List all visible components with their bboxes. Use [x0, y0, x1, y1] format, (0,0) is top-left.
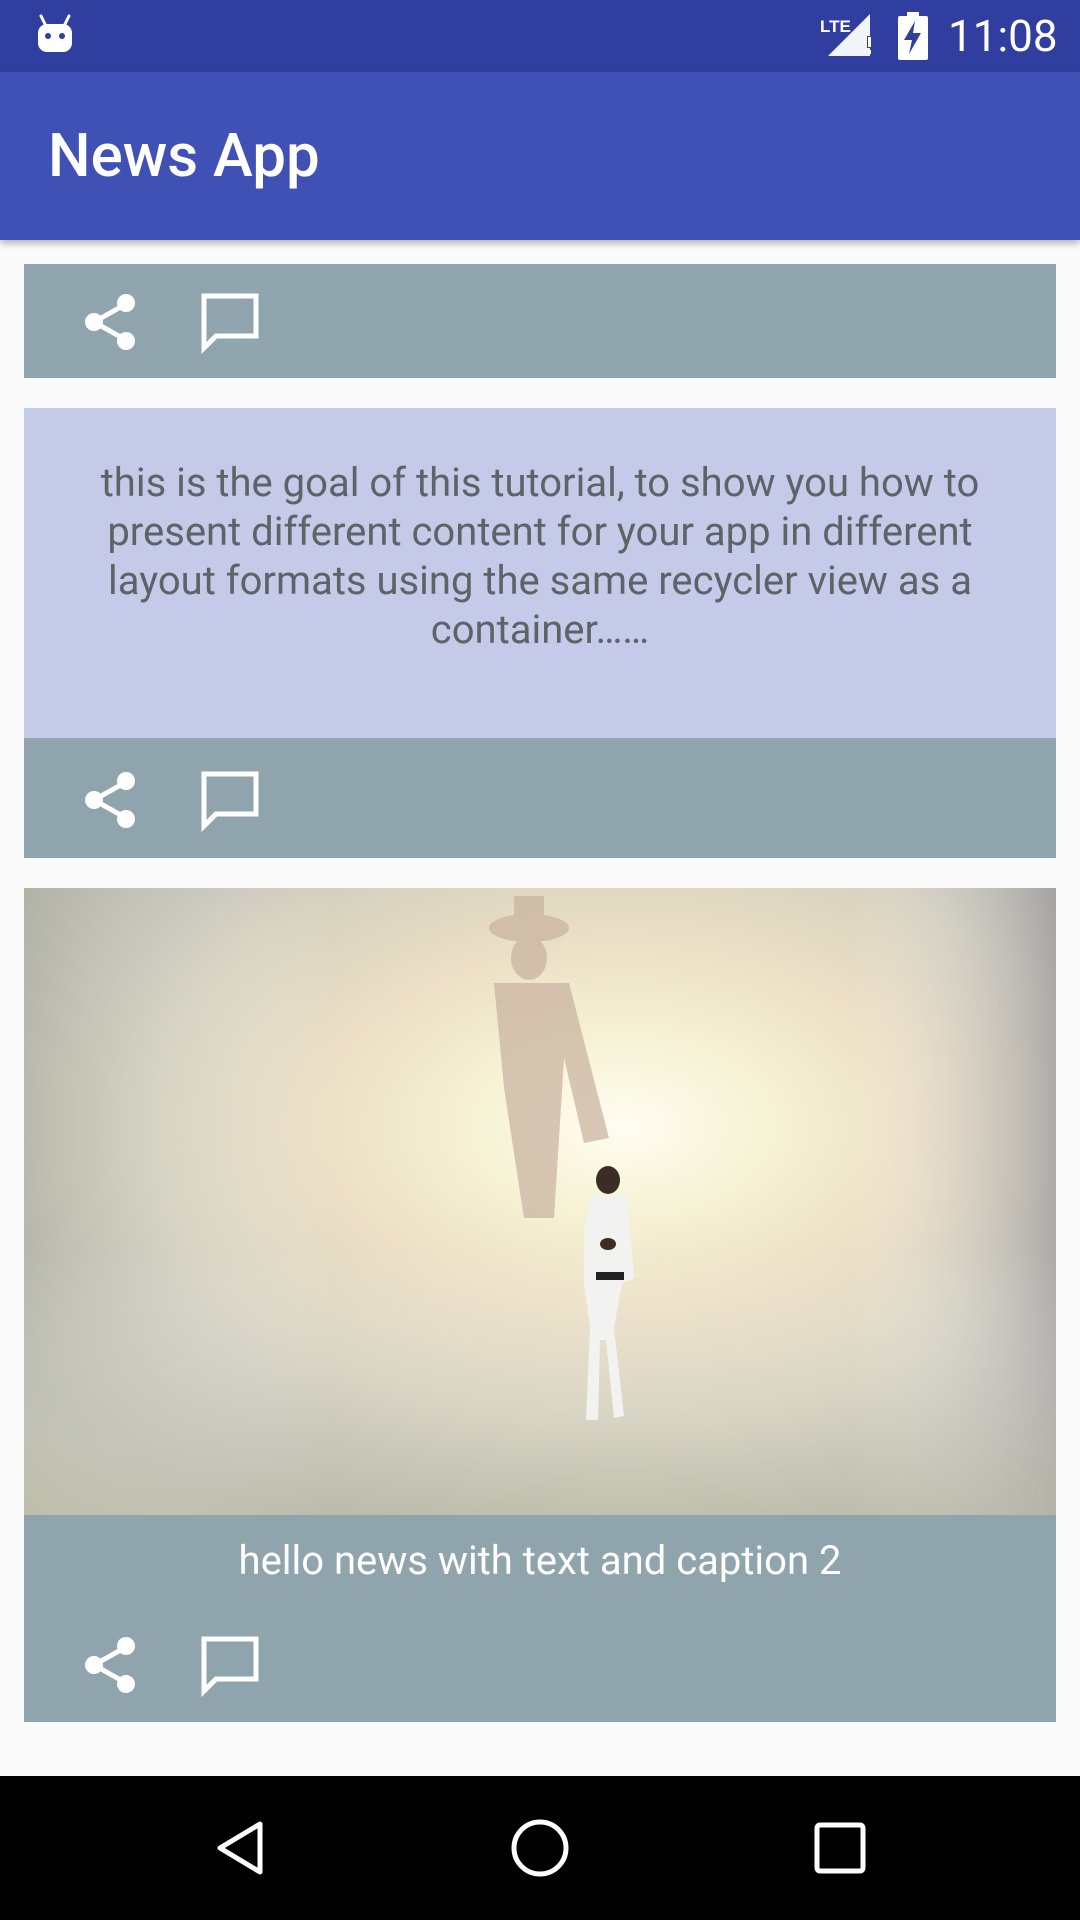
- share-icon[interactable]: [78, 1633, 142, 1697]
- home-icon[interactable]: [508, 1816, 572, 1880]
- lte-signal-icon: LTE: [820, 14, 872, 56]
- news-card-actions: [24, 264, 1056, 378]
- navigation-bar: [0, 1776, 1080, 1920]
- news-caption: hello news with text and caption 2: [238, 1537, 842, 1584]
- card-action-bar: [24, 264, 1056, 378]
- status-bar: LTE 11:08: [0, 0, 1080, 72]
- card-action-bar: [24, 738, 1056, 858]
- app-title: News App: [48, 120, 320, 191]
- share-icon[interactable]: [78, 768, 142, 832]
- news-card-text: this is the goal of this tutorial, to sh…: [24, 408, 1056, 858]
- comment-icon[interactable]: [198, 290, 262, 354]
- share-icon[interactable]: [78, 290, 142, 354]
- text-panel: this is the goal of this tutorial, to sh…: [24, 408, 1056, 738]
- svg-text:LTE: LTE: [820, 17, 851, 36]
- news-image: [24, 888, 1056, 1515]
- recents-icon[interactable]: [810, 1818, 870, 1878]
- battery-charging-icon: [898, 12, 928, 60]
- comment-icon[interactable]: [198, 1633, 262, 1697]
- status-time: 11:08: [948, 10, 1058, 62]
- android-icon: [38, 14, 72, 52]
- news-body-text: this is the goal of this tutorial, to sh…: [100, 459, 980, 653]
- card-caption-bar: hello news with text and caption 2: [24, 1515, 1056, 1722]
- news-card-image: hello news with text and caption 2: [24, 888, 1056, 1722]
- comment-icon[interactable]: [198, 768, 262, 832]
- back-icon[interactable]: [210, 1818, 270, 1878]
- app-bar: News App: [0, 72, 1080, 240]
